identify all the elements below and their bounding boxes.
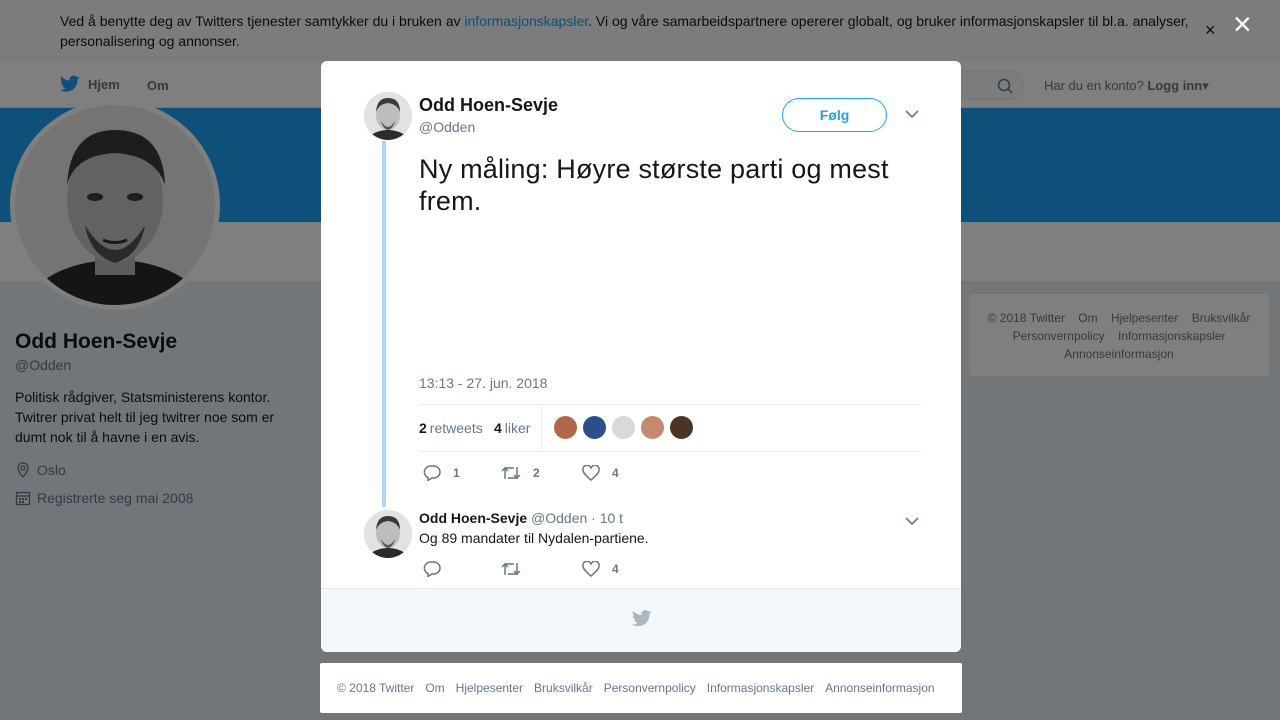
footer-cookies[interactable]: Informasjonskapsler xyxy=(707,681,814,695)
reply-author-name[interactable]: Odd Hoen-Sevje xyxy=(419,510,527,526)
liker-avatar[interactable] xyxy=(669,415,694,440)
reply-count: 1 xyxy=(453,466,460,480)
heart-icon xyxy=(582,561,600,577)
footer-privacy[interactable]: Personvernpolicy xyxy=(604,681,696,695)
reply-header: Odd Hoen-Sevje @Odden · 10 t xyxy=(419,510,623,526)
reply-icon xyxy=(423,561,441,577)
retweet-stat[interactable]: 2 retweets xyxy=(419,420,483,436)
portrait-icon xyxy=(364,510,412,558)
retweet-stat-count: 2 xyxy=(419,420,427,436)
like-button[interactable]: 4 xyxy=(582,465,619,481)
liker-avatar[interactable] xyxy=(611,415,636,440)
reply-icon xyxy=(423,465,441,481)
tweet-text: Ny måling: Høyre største parti og mest f… xyxy=(419,154,889,216)
reply-time[interactable]: · 10 t xyxy=(591,510,623,526)
liker-avatars xyxy=(553,415,698,440)
footer-help[interactable]: Hjelpesenter xyxy=(456,681,523,695)
stats-divider xyxy=(541,405,542,451)
footer-terms[interactable]: Bruksvilkår xyxy=(534,681,593,695)
retweet-icon xyxy=(501,562,521,576)
reply-author-avatar[interactable] xyxy=(364,510,412,558)
like-button[interactable]: 4 xyxy=(582,561,619,577)
follow-button[interactable]: Følg xyxy=(782,98,887,132)
chevron-down-icon[interactable] xyxy=(905,513,919,529)
footer-about[interactable]: Om xyxy=(425,681,444,695)
tweet-stats: 2 retweets 4 liker xyxy=(419,404,921,452)
retweet-count: 2 xyxy=(533,466,540,480)
tweet-author-name[interactable]: Odd Hoen-Sevje xyxy=(419,95,558,116)
retweet-stat-label: retweets xyxy=(429,420,483,436)
chevron-down-icon[interactable] xyxy=(905,106,919,122)
liker-avatar[interactable] xyxy=(582,415,607,440)
tweet-timestamp[interactable]: 13:13 - 27. jun. 2018 xyxy=(419,375,547,391)
page-footer: © 2018 Twitter Om Hjelpesenter Bruksvilk… xyxy=(320,663,962,713)
liker-avatar[interactable] xyxy=(640,415,665,440)
reply-text: Og 89 mandater til Nydalen-partiene. xyxy=(419,530,649,546)
reply-button[interactable]: 1 xyxy=(423,465,460,481)
modal-footer xyxy=(321,588,961,652)
retweet-icon xyxy=(501,466,521,480)
tweet-author-handle[interactable]: @Odden xyxy=(419,119,475,135)
like-stat-count: 4 xyxy=(494,420,502,436)
tweet-author-avatar[interactable] xyxy=(364,92,412,140)
portrait-icon xyxy=(364,92,412,140)
close-icon[interactable]: × xyxy=(1233,8,1252,40)
twitter-bird-icon xyxy=(632,610,652,627)
reply-button[interactable] xyxy=(423,561,453,577)
heart-icon xyxy=(582,465,600,481)
like-stat-label: liker xyxy=(504,420,531,436)
like-count: 4 xyxy=(612,562,619,576)
like-count: 4 xyxy=(612,466,619,480)
footer-ads[interactable]: Annonseinformasjon xyxy=(825,681,934,695)
tweet-modal: Odd Hoen-Sevje @Odden Følg Ny måling: Hø… xyxy=(321,61,961,652)
thread-connector xyxy=(382,141,386,507)
retweet-button[interactable]: 2 xyxy=(501,465,540,481)
footer-copyright: © 2018 Twitter xyxy=(337,681,415,695)
reply-author-handle[interactable]: @Odden xyxy=(531,510,587,526)
liker-avatar[interactable] xyxy=(553,415,578,440)
like-stat[interactable]: 4 liker xyxy=(494,420,530,436)
retweet-button[interactable] xyxy=(501,561,533,577)
